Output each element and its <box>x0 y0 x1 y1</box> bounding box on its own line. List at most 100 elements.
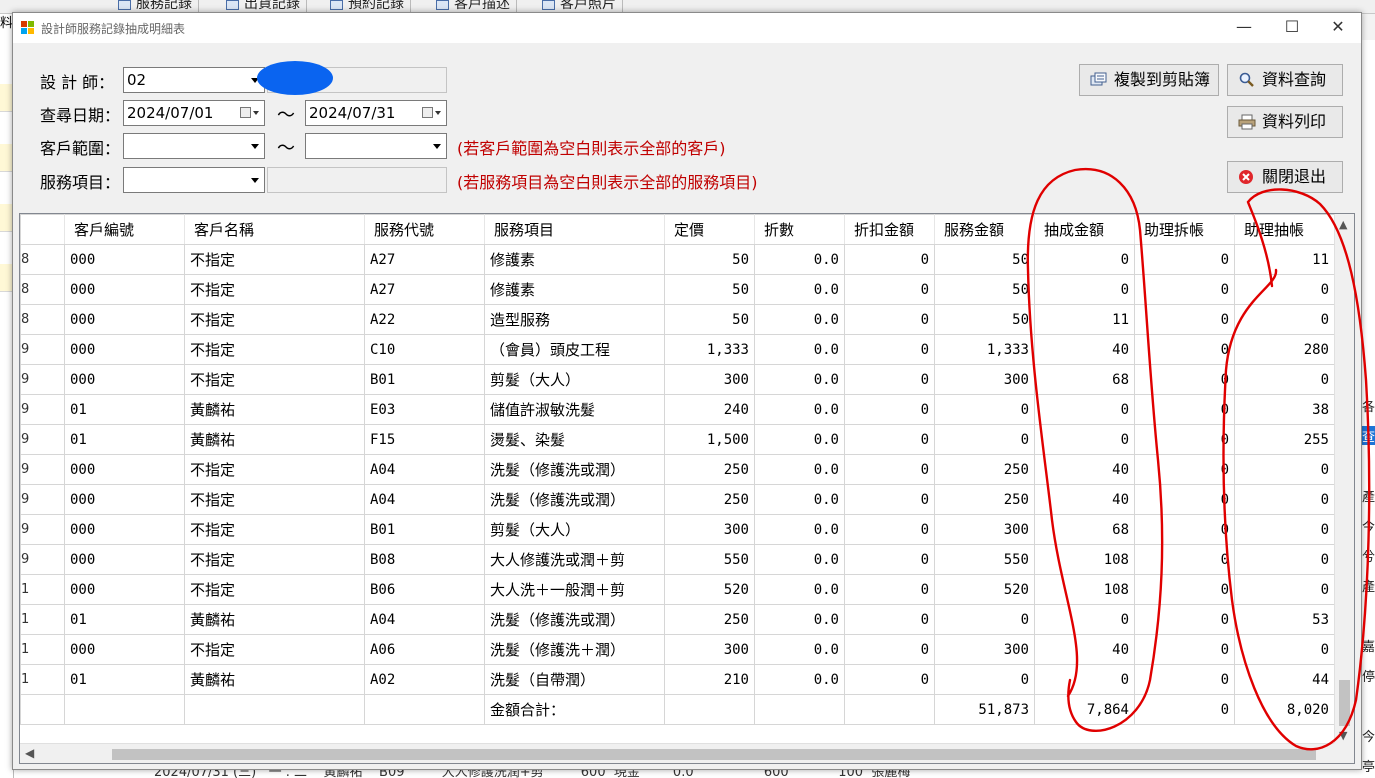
cell-service-amount[interactable]: 300 <box>934 364 1035 395</box>
cell-customer-name[interactable]: 不指定 <box>184 514 365 545</box>
column-header-service-item[interactable]: 服務項目 <box>484 214 665 245</box>
cell-customer-id[interactable]: 000 <box>64 334 185 365</box>
cell-assistant-commission[interactable]: 0 <box>1234 454 1335 485</box>
cell-list-price[interactable]: 210 <box>664 664 755 695</box>
table-row[interactable]: 8 000 不指定 A27 修護素 50 0.0 0 50 0 0 0 <box>20 274 1335 305</box>
column-header-discount-amount[interactable]: 折扣金額 <box>844 214 935 245</box>
table-row[interactable]: 8 000 不指定 A27 修護素 50 0.0 0 50 0 0 11 <box>20 244 1335 275</box>
date-from-picker[interactable]: 2024/07/01 <box>123 100 265 126</box>
cell-discount-amount[interactable]: 0 <box>844 274 935 305</box>
cell-assistant-split[interactable]: 0 <box>1134 574 1235 605</box>
cell-discount-rate[interactable]: 0.0 <box>754 244 845 275</box>
cell-commission[interactable]: 108 <box>1034 574 1135 605</box>
cell-row-indicator[interactable]: 1 <box>20 664 65 695</box>
cell-discount-amount[interactable]: 0 <box>844 514 935 545</box>
cell-customer-name[interactable]: 黃麟祐 <box>184 664 365 695</box>
cell-commission[interactable]: 0 <box>1034 664 1135 695</box>
cell-commission[interactable]: 0 <box>1034 394 1135 425</box>
date-to-picker[interactable]: 2024/07/31 <box>305 100 447 126</box>
cell-customer-name[interactable]: 不指定 <box>184 364 365 395</box>
cell-assistant-commission[interactable]: 0 <box>1234 514 1335 545</box>
cell-assistant-commission[interactable]: 0 <box>1234 634 1335 665</box>
cell-assistant-split[interactable]: 0 <box>1134 664 1235 695</box>
cell-row-indicator[interactable]: 9 <box>20 514 65 545</box>
column-header-customer-id[interactable]: 客戶編號 <box>64 214 185 245</box>
cell-commission[interactable]: 40 <box>1034 454 1135 485</box>
cell-discount-amount[interactable]: 0 <box>844 304 935 335</box>
cell-list-price[interactable]: 1,500 <box>664 424 755 455</box>
cell-service-item[interactable]: 洗髮（修護洗＋潤） <box>484 634 665 665</box>
cell-discount-amount[interactable]: 0 <box>844 544 935 575</box>
cell-assistant-commission[interactable]: 0 <box>1234 484 1335 515</box>
cell-discount-rate[interactable]: 0.0 <box>754 634 845 665</box>
column-header-assistant-split[interactable]: 助理拆帳 <box>1134 214 1235 245</box>
records-grid[interactable]: 客戶編號 客戶名稱 服務代號 服務項目 定價 折數 折扣金額 服務金額 抽成金額 助理拆帳 助理抽帳… <box>19 213 1355 764</box>
cell-discount-rate[interactable]: 0.0 <box>754 604 845 635</box>
scroll-thumb[interactable] <box>112 749 1316 760</box>
cell-customer-id[interactable]: 000 <box>64 304 185 335</box>
calendar-icon[interactable] <box>422 106 442 120</box>
cell-row-indicator[interactable]: 8 <box>20 244 65 275</box>
cell-customer-name[interactable]: 黃麟祐 <box>184 394 365 425</box>
cell-customer-name[interactable]: 不指定 <box>184 454 365 485</box>
cell-commission[interactable]: 0 <box>1034 274 1135 305</box>
cell-commission[interactable]: 68 <box>1034 364 1135 395</box>
cell-discount-amount[interactable]: 0 <box>844 334 935 365</box>
cell-discount-rate[interactable]: 0.0 <box>754 334 845 365</box>
cell-service-amount[interactable]: 50 <box>934 244 1035 275</box>
cell-service-code[interactable]: A27 <box>364 244 485 275</box>
cell-discount-rate[interactable]: 0.0 <box>754 424 845 455</box>
cell-assistant-commission[interactable]: 0 <box>1234 274 1335 305</box>
column-header-assistant-commission[interactable]: 助理抽帳 <box>1234 214 1335 245</box>
cell-customer-id[interactable]: 000 <box>64 244 185 275</box>
cell-service-amount[interactable]: 0 <box>934 604 1035 635</box>
cell-customer-id[interactable]: 000 <box>64 574 185 605</box>
cell-discount-amount[interactable]: 0 <box>844 574 935 605</box>
table-row[interactable]: 9 000 不指定 B01 剪髮（大人） 300 0.0 0 300 68 0 0 <box>20 364 1335 395</box>
cell-service-amount[interactable]: 0 <box>934 394 1035 425</box>
cell-list-price[interactable]: 240 <box>664 394 755 425</box>
cell-row-indicator[interactable]: 9 <box>20 484 65 515</box>
cell-customer-id[interactable]: 000 <box>64 484 185 515</box>
cell-customer-id[interactable]: 000 <box>64 274 185 305</box>
cell-assistant-split[interactable]: 0 <box>1134 274 1235 305</box>
cell-assistant-commission[interactable]: 0 <box>1234 574 1335 605</box>
cell-customer-id[interactable]: 000 <box>64 454 185 485</box>
cell-service-code[interactable]: B08 <box>364 544 485 575</box>
cell-service-amount[interactable]: 550 <box>934 544 1035 575</box>
cell-assistant-commission[interactable]: 280 <box>1234 334 1335 365</box>
service-item-select[interactable] <box>123 167 265 193</box>
cell-service-code[interactable]: A22 <box>364 304 485 335</box>
cell-row-indicator[interactable]: 9 <box>20 364 65 395</box>
column-header-list-price[interactable]: 定價 <box>664 214 755 245</box>
cell-assistant-split[interactable]: 0 <box>1134 394 1235 425</box>
cell-row-indicator[interactable]: 9 <box>20 394 65 425</box>
cell-discount-amount[interactable]: 0 <box>844 634 935 665</box>
cell-list-price[interactable]: 50 <box>664 244 755 275</box>
cell-service-item[interactable]: 洗髮（修護洗或潤） <box>484 604 665 635</box>
cell-customer-name[interactable]: 不指定 <box>184 304 365 335</box>
calendar-icon[interactable] <box>240 106 260 120</box>
column-header-row-indicator[interactable] <box>20 214 65 245</box>
cell-list-price[interactable]: 50 <box>664 304 755 335</box>
cell-assistant-split[interactable]: 0 <box>1134 304 1235 335</box>
cell-customer-name[interactable]: 不指定 <box>184 334 365 365</box>
cell-list-price[interactable]: 50 <box>664 274 755 305</box>
cell-customer-id[interactable]: 000 <box>64 544 185 575</box>
table-row[interactable]: 9 000 不指定 A04 洗髮（修護洗或潤） 250 0.0 0 250 40 0 0 <box>20 454 1335 485</box>
cell-row-indicator[interactable]: 8 <box>20 304 65 335</box>
cell-assistant-split[interactable]: 0 <box>1134 244 1235 275</box>
column-header-commission[interactable]: 抽成金額 <box>1034 214 1135 245</box>
cell-assistant-split[interactable]: 0 <box>1134 484 1235 515</box>
cell-discount-amount[interactable]: 0 <box>844 664 935 695</box>
cell-row-indicator[interactable]: 1 <box>20 634 65 665</box>
cell-discount-rate[interactable]: 0.0 <box>754 304 845 335</box>
cell-discount-rate[interactable]: 0.0 <box>754 544 845 575</box>
scroll-thumb[interactable] <box>1339 680 1350 726</box>
scroll-up-icon[interactable]: ▲ <box>1339 218 1347 231</box>
cell-customer-id[interactable]: 000 <box>64 514 185 545</box>
cell-row-indicator[interactable]: 9 <box>20 544 65 575</box>
cell-list-price[interactable]: 300 <box>664 514 755 545</box>
cell-discount-amount[interactable]: 0 <box>844 454 935 485</box>
cell-assistant-split[interactable]: 0 <box>1134 544 1235 575</box>
